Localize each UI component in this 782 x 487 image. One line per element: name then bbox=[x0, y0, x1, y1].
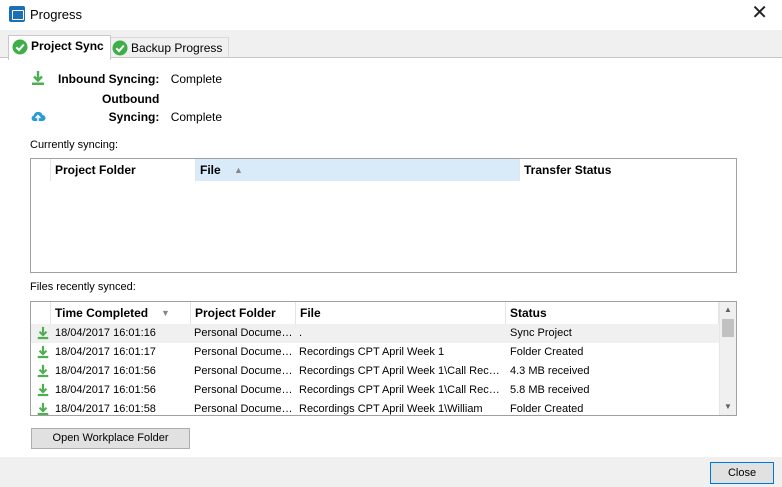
cloud-upload-icon bbox=[31, 111, 46, 122]
tab-strip: Project Sync Backup Progress bbox=[0, 30, 782, 60]
tab-project-sync[interactable]: Project Sync bbox=[8, 35, 111, 60]
scroll-down-arrow[interactable]: ▼ bbox=[720, 399, 736, 415]
scroll-thumb[interactable] bbox=[722, 319, 734, 337]
column-header-file[interactable]: File bbox=[296, 302, 506, 324]
inbound-sync-row: Inbound Syncing: Complete bbox=[30, 70, 222, 88]
table-row[interactable]: 18/04/2017 16:01:58 Personal Documents Rec… bbox=[31, 400, 719, 415]
inbound-sync-label: Inbound Syncing: bbox=[58, 72, 160, 86]
currently-syncing-list[interactable]: Project Folder File ▲ Transfer Status bbox=[30, 158, 737, 273]
cell-status: 4.3 MB received bbox=[510, 365, 590, 377]
column-header-file[interactable]: File ▲ bbox=[196, 159, 520, 181]
vertical-scrollbar[interactable]: ▲ ▼ bbox=[719, 302, 736, 415]
title-bar: Progress ✕ bbox=[0, 0, 782, 30]
cell-time-completed: 18/04/2017 16:01:17 bbox=[55, 346, 156, 358]
cell-file: . bbox=[299, 327, 303, 339]
tab-content-project-sync: Inbound Syncing: Complete Outbound Synci… bbox=[0, 57, 782, 457]
cell-file: Recordings CPT April Week 1 bbox=[299, 346, 445, 358]
check-circle-icon bbox=[112, 40, 128, 56]
column-header-project-folder[interactable]: Project Folder bbox=[191, 302, 296, 324]
currently-syncing-label: Currently syncing: bbox=[30, 139, 119, 151]
table-row[interactable]: 18/04/2017 16:01:56 Personal Documents Rec… bbox=[31, 381, 719, 400]
download-icon bbox=[37, 364, 49, 378]
download-icon bbox=[37, 383, 49, 397]
table-row[interactable]: 18/04/2017 16:01:17 Personal Documents Rec… bbox=[31, 343, 719, 362]
column-header-time-completed[interactable]: Time Completed ▼ bbox=[51, 302, 191, 324]
cell-project-folder: Personal Documents bbox=[194, 384, 294, 396]
download-icon bbox=[32, 71, 44, 85]
dialog-footer: Close bbox=[0, 457, 782, 487]
cell-time-completed: 18/04/2017 16:01:16 bbox=[55, 327, 156, 339]
check-circle-icon bbox=[12, 39, 28, 55]
cell-project-folder: Personal Documents bbox=[194, 327, 294, 339]
cell-project-folder: Personal Documents bbox=[194, 403, 294, 415]
tab-label: Project Sync bbox=[31, 39, 104, 53]
column-header-status[interactable]: Status bbox=[506, 302, 719, 324]
column-header-label: Time Completed bbox=[55, 306, 149, 320]
cell-status: Folder Created bbox=[510, 346, 584, 358]
outbound-sync-row: Outbound Syncing: Complete bbox=[30, 90, 222, 124]
scroll-up-arrow[interactable]: ▲ bbox=[720, 302, 736, 318]
download-icon bbox=[37, 345, 49, 359]
outbound-sync-label: Outbound Syncing: bbox=[102, 92, 160, 124]
tab-label: Backup Progress bbox=[131, 41, 223, 55]
window-title: Progress bbox=[30, 7, 83, 22]
outbound-sync-value: Complete bbox=[170, 110, 223, 124]
cell-time-completed: 18/04/2017 16:01:56 bbox=[55, 384, 156, 396]
cell-status: Sync Project bbox=[510, 327, 572, 339]
cell-file: Recordings CPT April Week 1\Call Recor..… bbox=[299, 365, 503, 377]
cell-file: Recordings CPT April Week 1\William bbox=[299, 403, 483, 415]
sort-descending-icon: ▼ bbox=[161, 308, 170, 318]
window-close-button[interactable]: ✕ bbox=[751, 3, 768, 23]
recently-synced-list[interactable]: Time Completed ▼ Project Folder File Sta… bbox=[30, 301, 737, 416]
table-row[interactable]: 18/04/2017 16:01:56 Personal Documents Rec… bbox=[31, 362, 719, 381]
open-workplace-folder-button[interactable]: Open Workplace Folder bbox=[31, 428, 190, 449]
column-header-spacer bbox=[31, 159, 51, 181]
cell-project-folder: Personal Documents bbox=[194, 346, 294, 358]
cell-status: Folder Created bbox=[510, 403, 584, 415]
column-header-transfer-status[interactable]: Transfer Status bbox=[520, 159, 736, 181]
table-row[interactable]: 18/04/2017 16:01:16 Personal Documents. Sy… bbox=[31, 324, 719, 343]
cell-project-folder: Personal Documents bbox=[194, 365, 294, 377]
recently-synced-label: Files recently synced: bbox=[30, 281, 136, 293]
download-icon bbox=[37, 326, 49, 340]
cell-time-completed: 18/04/2017 16:01:56 bbox=[55, 365, 156, 377]
app-icon bbox=[9, 6, 25, 22]
tab-backup-progress[interactable]: Backup Progress bbox=[108, 37, 230, 59]
download-icon bbox=[37, 402, 49, 415]
close-button[interactable]: Close bbox=[710, 462, 774, 484]
sort-ascending-icon: ▲ bbox=[234, 165, 243, 175]
cell-status: 5.8 MB received bbox=[510, 384, 590, 396]
column-header-project-folder[interactable]: Project Folder bbox=[51, 159, 196, 181]
cell-file: Recordings CPT April Week 1\Call Recor..… bbox=[299, 384, 503, 396]
cell-time-completed: 18/04/2017 16:01:58 bbox=[55, 403, 156, 415]
column-header-spacer bbox=[31, 302, 51, 324]
inbound-sync-value: Complete bbox=[170, 72, 223, 86]
column-header-label: File bbox=[200, 163, 221, 177]
